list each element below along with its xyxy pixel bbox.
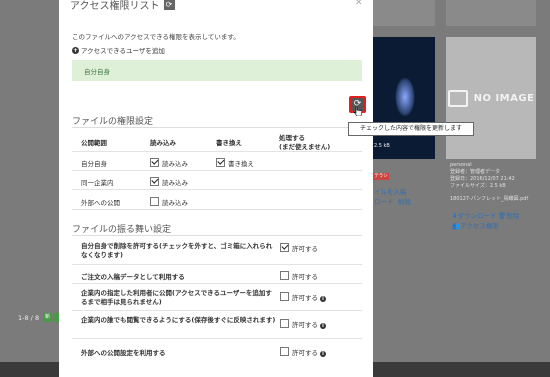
add-user-link[interactable]: + アクセスできるユーザを追加: [72, 45, 165, 55]
read-self[interactable]: 読み込み: [150, 158, 188, 168]
read-company[interactable]: 読み込み: [150, 177, 188, 187]
behavior-text: 自分自身で削除を許可する(チェックを外すと、ゴミ箱に入れられなくなります): [81, 242, 273, 259]
checkbox[interactable]: [280, 271, 289, 280]
row-divider: [72, 264, 362, 265]
modal-title: アクセス権限リスト ⟳: [70, 0, 175, 12]
no-image-label: NO IMAGE: [473, 92, 535, 104]
info-icon[interactable]: i: [320, 296, 326, 302]
pager-text: 1-8 / 8: [18, 314, 40, 322]
row-divider: [72, 209, 362, 210]
add-user-label: アクセスできるユーザを追加: [81, 47, 165, 55]
modal-description: このファイルへのアクセスできる権限を表示しています。: [72, 33, 240, 41]
download-link[interactable]: ⬇ダウンロード: [452, 210, 496, 220]
checkbox[interactable]: [216, 158, 225, 167]
download-label: ダウンロード: [457, 212, 497, 220]
file-permissions-title: ファイルの権限設定: [72, 117, 154, 127]
section-divider: [72, 235, 362, 236]
new-button[interactable]: 新: [43, 313, 52, 322]
row-divider: [72, 151, 362, 152]
access-link[interactable]: 👥アクセス権限: [452, 220, 499, 230]
header-scope: 公開範囲: [81, 139, 107, 147]
checkbox[interactable]: [150, 177, 159, 186]
read-label: 読み込み: [162, 160, 188, 168]
delete-label: 削除: [506, 212, 520, 220]
download-link-left[interactable]: ロード: [374, 196, 394, 206]
write-self[interactable]: 書き換え: [216, 158, 254, 168]
read-external[interactable]: 読み込み: [150, 197, 188, 207]
checkbox[interactable]: [280, 243, 289, 252]
meta-line: personal: [450, 162, 472, 168]
access-permission-modal: アクセス権限リスト ⟳ ✕ このファイルへのアクセスできる権限を表示しています。…: [59, 0, 373, 377]
behavior-text: 企業内の誰でも閲覧できるようにする(保存後すぐに反映されます): [81, 316, 276, 324]
delete-link-left[interactable]: 削除: [398, 196, 411, 206]
access-label: アクセス権限: [460, 222, 499, 230]
behavior-allow[interactable]: 許可する i: [280, 319, 326, 329]
refresh-icon[interactable]: ⟳: [163, 0, 175, 10]
meta-line: 登録日：2016/12/07 21:42: [450, 176, 515, 182]
behavior-allow[interactable]: 許可する i: [280, 292, 326, 302]
allow-label: 許可する: [292, 349, 318, 357]
file-size: 2.5 kB: [374, 143, 390, 149]
scope-external: 外部への公開: [81, 199, 120, 207]
checkbox[interactable]: [150, 158, 159, 167]
image-placeholder-icon: [447, 89, 468, 107]
checkbox[interactable]: [280, 292, 289, 301]
behavior-allow[interactable]: 許可する: [280, 243, 318, 253]
behavior-text: 外部への公開設定を利用する: [81, 349, 166, 357]
read-label: 読み込み: [162, 199, 188, 207]
allow-label: 許可する: [292, 321, 318, 329]
update-tooltip: チェックした内容で権限を更新します: [348, 122, 474, 136]
modal-title-text: アクセス権限リスト: [70, 1, 160, 12]
info-icon[interactable]: i: [320, 323, 326, 329]
checkbox[interactable]: [150, 197, 159, 206]
file-tag: テラシ: [373, 173, 389, 180]
read-label: 読み込み: [162, 179, 188, 187]
allow-label: 許可する: [292, 294, 318, 302]
row-divider: [72, 283, 362, 284]
scope-company: 同一企業内: [81, 179, 114, 187]
row-divider: [72, 189, 362, 190]
behavior-allow[interactable]: 許可する i: [280, 347, 326, 357]
header-read: 読み込み: [150, 139, 176, 147]
allow-label: 許可する: [292, 245, 318, 253]
checkbox[interactable]: [280, 347, 289, 356]
info-icon[interactable]: i: [320, 351, 326, 357]
behavior-allow[interactable]: 許可する: [280, 271, 318, 281]
row-divider: [72, 310, 362, 311]
bg-card-top: [446, 0, 536, 26]
behavior-text: 企業内の指定した利用者に公開(アクセスできるユーザーを追加するまで相手は見られま…: [81, 289, 272, 306]
meta-line: 登録者：管理者データ: [450, 169, 501, 175]
row-divider: [72, 338, 362, 339]
meta-filename: 180127-パンフレット_鳥瞰図.pdf: [450, 196, 529, 202]
write-label: 書き換え: [228, 160, 254, 168]
photo-glow: [395, 77, 415, 117]
pointer-cursor-icon: [354, 106, 362, 116]
close-icon[interactable]: ✕: [355, 0, 363, 8]
meta-line: ファイルサイズ：2.5 kB: [450, 183, 506, 189]
upload-link[interactable]: イルを入稿: [374, 186, 407, 196]
behavior-title: ファイルの振る舞い設定: [72, 225, 172, 235]
allow-label: 許可する: [292, 273, 318, 281]
header-write: 書き換え: [216, 139, 242, 147]
checkbox[interactable]: [280, 319, 289, 328]
file-thumbnail-noimage[interactable]: NO IMAGE: [446, 37, 536, 159]
header-process-note: (まだ使えません): [279, 143, 331, 151]
file-meta: personal 登録者：管理者データ 登録日：2016/12/07 21:42…: [450, 162, 528, 203]
scope-self: 自分自身: [81, 160, 107, 168]
row-divider: [72, 170, 362, 171]
file-thumbnail-photo[interactable]: [373, 37, 435, 159]
section-divider: [72, 127, 362, 128]
owner-box: 自分自身: [72, 60, 362, 81]
delete-link[interactable]: 🗑削除: [498, 210, 519, 220]
bg-card-top: [373, 0, 435, 26]
behavior-text: ご注文の入稿データとして利用する: [81, 273, 185, 281]
owner-label: 自分自身: [84, 68, 110, 76]
plus-icon: +: [72, 46, 79, 54]
